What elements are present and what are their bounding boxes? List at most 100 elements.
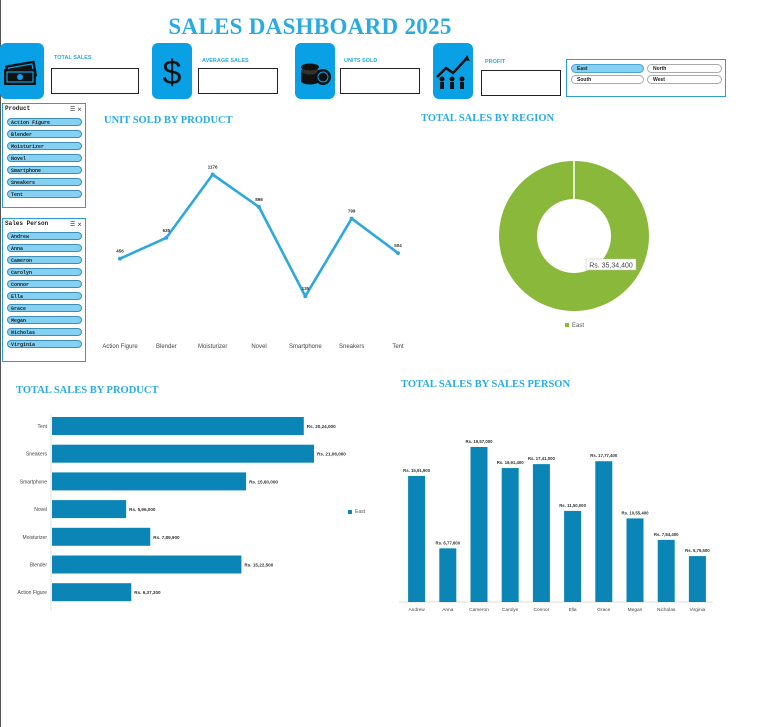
hbar-data-label-novel: Rs. 5,96,000: [129, 507, 156, 512]
hbar-category-tent: Tent: [38, 424, 48, 430]
hbar-moisturizer: [52, 527, 151, 546]
hbar-sneakers: [52, 444, 314, 463]
person-sales-bar-chart: Rs. 15,91,900 Andrew Rs. 6,77,600 Anna Rs. 1…: [399, 439, 713, 613]
person-item-virginia[interactable]: Virginia: [7, 340, 82, 348]
hbar-data-label-tent: Rs. 20,24,000: [307, 424, 336, 429]
line-point-sneakers: [349, 216, 354, 221]
line-data-label-action-figure: 456: [116, 249, 124, 254]
person-item-grace[interactable]: Grace: [7, 304, 82, 312]
region-option-west[interactable]: West: [647, 75, 722, 84]
line-data-label-novel: 898: [255, 197, 263, 202]
vbar-data-label-nicholas: Rs. 7,84,400: [654, 532, 679, 537]
coins-icon: [295, 43, 335, 99]
line-point-smartphone: [303, 294, 308, 299]
hbar-data-label-action-figure: Rs. 6,37,300: [134, 590, 161, 595]
person-item-andrew[interactable]: Andrew: [7, 232, 82, 240]
kpi-units-sold-box: [340, 68, 420, 94]
product-item-action-figure[interactable]: Action Figure: [7, 118, 82, 126]
legend-label: East: [572, 323, 585, 329]
kpi-units-sold-label: UNITS SOLD: [344, 58, 378, 64]
vbar-category-megan: Megan: [628, 607, 643, 613]
vbar-category-carolyn: Carolyn: [502, 607, 519, 613]
legend-swatch: [348, 509, 352, 514]
vbar-data-label-virginia: Rs. 5,79,500: [685, 548, 710, 553]
slicer-filter-icons[interactable]: ☰ ⨯: [70, 221, 82, 228]
vbar-data-label-megan: Rs. 10,55,400: [622, 510, 650, 515]
product-item-blender[interactable]: Blender: [7, 130, 82, 138]
vbar-category-nicholas: Nicholas: [657, 607, 676, 613]
region-option-south[interactable]: South: [571, 75, 644, 84]
vbar-category-cameron: Cameron: [469, 607, 489, 613]
product-item-moisturizer[interactable]: Moisturizer: [7, 142, 82, 150]
line-x-tick-sneakers: Sneakers: [339, 344, 364, 350]
line-x-tick-action-figure: Action Figure: [102, 344, 138, 350]
person-item-nicholas[interactable]: Nicholas: [7, 328, 82, 336]
sales-person-slicer-title: Sales Person: [5, 220, 49, 227]
hbar-data-label-blender: Rs. 15,22,500: [244, 563, 273, 568]
line-point-novel: [257, 205, 261, 210]
product-item-sneakers[interactable]: Sneakers: [7, 178, 82, 186]
person-item-cameron[interactable]: Cameron: [7, 256, 82, 264]
region-option-east[interactable]: East: [571, 64, 644, 73]
units-line-series: [119, 173, 399, 298]
person-item-connor[interactable]: Connor: [7, 280, 82, 288]
product-slicer-title: Product: [5, 105, 31, 112]
line-point-blender: [164, 235, 169, 240]
dollar-icon: $: [152, 43, 192, 99]
vbar-category-grace: Grace: [597, 607, 610, 613]
donut-legend: East: [565, 323, 584, 329]
hbar-data-label-smartphone: Rs. 15,60,000: [249, 479, 278, 484]
vbar-carolyn: [501, 468, 519, 602]
hbar-blender: [52, 555, 242, 574]
vbar-ella: [564, 510, 582, 602]
kpi-profit-box: [481, 70, 561, 96]
line-data-label-blender: 635: [163, 228, 171, 233]
hbar-category-action-figure: Action Figure: [18, 590, 48, 596]
line-chart-title: UNIT SOLD BY PRODUCT: [104, 115, 233, 126]
vbar-grace: [595, 461, 613, 602]
hbar-category-moisturizer: Moisturizer: [23, 535, 48, 541]
hbar-novel: [52, 500, 127, 519]
vbar-connor: [532, 464, 550, 602]
hbar-data-label-moisturizer: Rs. 7,89,900: [153, 535, 180, 540]
line-x-tick-novel: Novel: [251, 344, 266, 350]
slicer-filter-icons[interactable]: ☰ ⨯: [70, 106, 82, 113]
person-item-anna[interactable]: Anna: [7, 244, 82, 252]
vbar-megan: [626, 518, 644, 602]
hbar-data-label-sneakers: Rs. 21,06,000: [317, 452, 346, 457]
region-donut-chart: Rs. 35,34,400: [498, 161, 649, 311]
hbar-category-blender: Blender: [30, 563, 48, 569]
person-item-megan[interactable]: Megan: [7, 316, 82, 324]
product-item-tent[interactable]: Tent: [7, 190, 82, 198]
vbar-category-ella: Ella: [569, 607, 577, 613]
line-x-tick-blender: Blender: [156, 344, 177, 350]
product-item-novel[interactable]: Novel: [7, 154, 82, 162]
sheet-edge: [0, 0, 1, 727]
vbar-virginia: [688, 556, 706, 602]
line-data-label-sneakers: 799: [348, 209, 356, 214]
hbar-tent: [52, 417, 304, 435]
vbar-andrew: [408, 475, 426, 602]
person-item-carolyn[interactable]: Carolyn: [7, 268, 82, 276]
hbar-smartphone: [52, 472, 247, 491]
vbar-data-label-anna: Rs. 6,77,600: [435, 540, 460, 545]
vbar-data-label-cameron: Rs. 19,57,000: [466, 439, 494, 444]
sales-person-slicer: Sales Person ☰ ⨯ Andrew Anna Cameron Car…: [2, 218, 86, 362]
product-slicer: Product ☰ ⨯ Action Figure Blender Moistu…: [2, 103, 86, 208]
line-point-action-figure: [118, 256, 122, 261]
region-option-north[interactable]: North: [647, 64, 722, 73]
vbar-category-virginia: Virginia: [689, 607, 705, 613]
hbar-category-smartphone: Smartphone: [20, 479, 47, 485]
person-item-ella[interactable]: Ella: [7, 292, 82, 300]
line-data-label-smartphone: 135: [302, 286, 310, 291]
donut-data-label: Rs. 35,34,400: [589, 263, 633, 270]
product-item-smartphone[interactable]: Smartphone: [7, 166, 82, 174]
page-title: SALES DASHBOARD 2025: [168, 14, 452, 39]
vbar-anna: [439, 548, 457, 602]
svg-text:$: $: [163, 54, 182, 92]
donut-chart-title: TOTAL SALES BY REGION: [421, 113, 555, 124]
vbar-data-label-carolyn: Rs. 16,91,400: [497, 460, 525, 465]
legend-swatch: [565, 323, 569, 328]
kpi-profit-label: PROFIT: [485, 59, 506, 65]
kpi-average-sales-box: [198, 68, 278, 94]
